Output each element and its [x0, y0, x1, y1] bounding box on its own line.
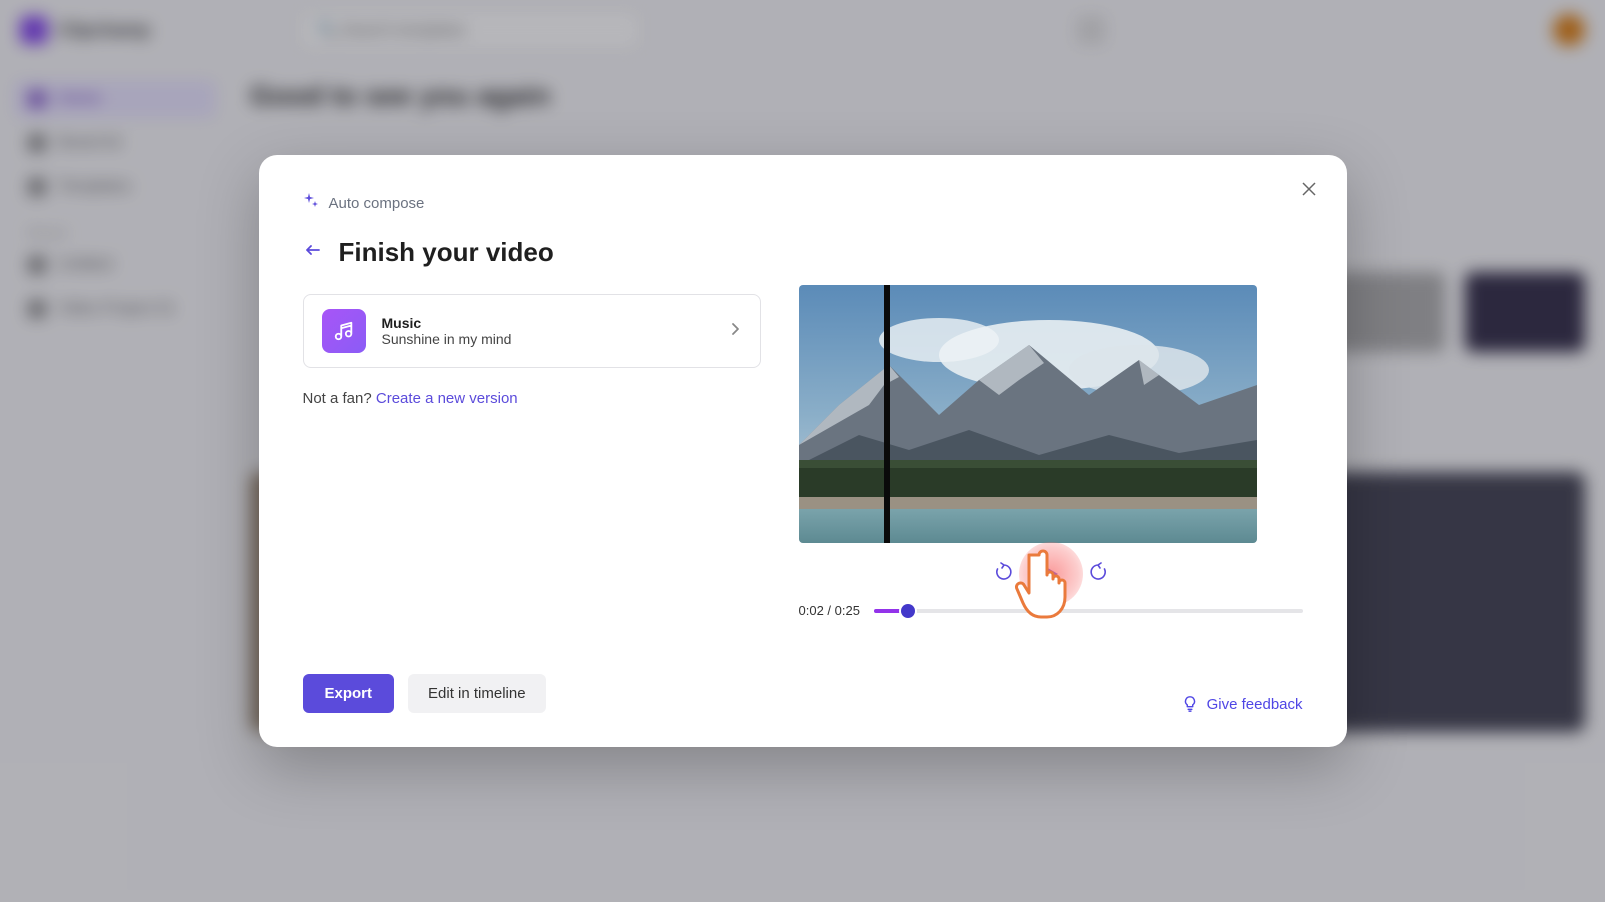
skip-forward-button[interactable] — [1088, 562, 1108, 587]
skip-back-icon — [994, 562, 1014, 582]
edit-timeline-button[interactable]: Edit in timeline — [408, 674, 546, 713]
sparkle-icon — [303, 193, 319, 213]
modal-overlay: Auto compose Finish your video Music Sun… — [0, 0, 1605, 902]
create-new-version-link[interactable]: Create a new version — [376, 390, 518, 407]
play-highlight-indicator — [1019, 542, 1083, 606]
music-label: Music — [382, 315, 712, 331]
feedback-text: Give feedback — [1207, 696, 1303, 713]
not-fan-text: Not a fan? — [303, 390, 372, 407]
progress-thumb[interactable] — [901, 604, 915, 618]
video-preview[interactable] — [799, 285, 1257, 543]
music-icon — [322, 309, 366, 353]
modal-right-panel: 0:02 / 0:25 Give feedback — [799, 155, 1347, 747]
back-button[interactable] — [303, 240, 323, 265]
skip-back-button[interactable] — [994, 562, 1014, 587]
chevron-right-icon — [728, 322, 742, 341]
music-track-title: Sunshine in my mind — [382, 331, 712, 347]
not-fan-row: Not a fan? Create a new version — [303, 390, 761, 407]
music-card[interactable]: Music Sunshine in my mind — [303, 294, 761, 368]
time-display: 0:02 / 0:25 — [799, 603, 860, 618]
auto-compose-text: Auto compose — [329, 195, 425, 212]
export-button[interactable]: Export — [303, 674, 395, 713]
modal-left-panel: Auto compose Finish your video Music Sun… — [259, 155, 799, 747]
progress-bar[interactable] — [874, 609, 1303, 613]
playback-controls — [799, 557, 1303, 591]
finish-video-modal: Auto compose Finish your video Music Sun… — [259, 155, 1347, 747]
skip-forward-icon — [1088, 562, 1108, 582]
modal-title: Finish your video — [339, 237, 554, 268]
arrow-left-icon — [303, 240, 323, 260]
auto-compose-label: Auto compose — [303, 193, 761, 213]
give-feedback-link[interactable]: Give feedback — [1181, 695, 1303, 713]
lightbulb-icon — [1181, 695, 1199, 713]
